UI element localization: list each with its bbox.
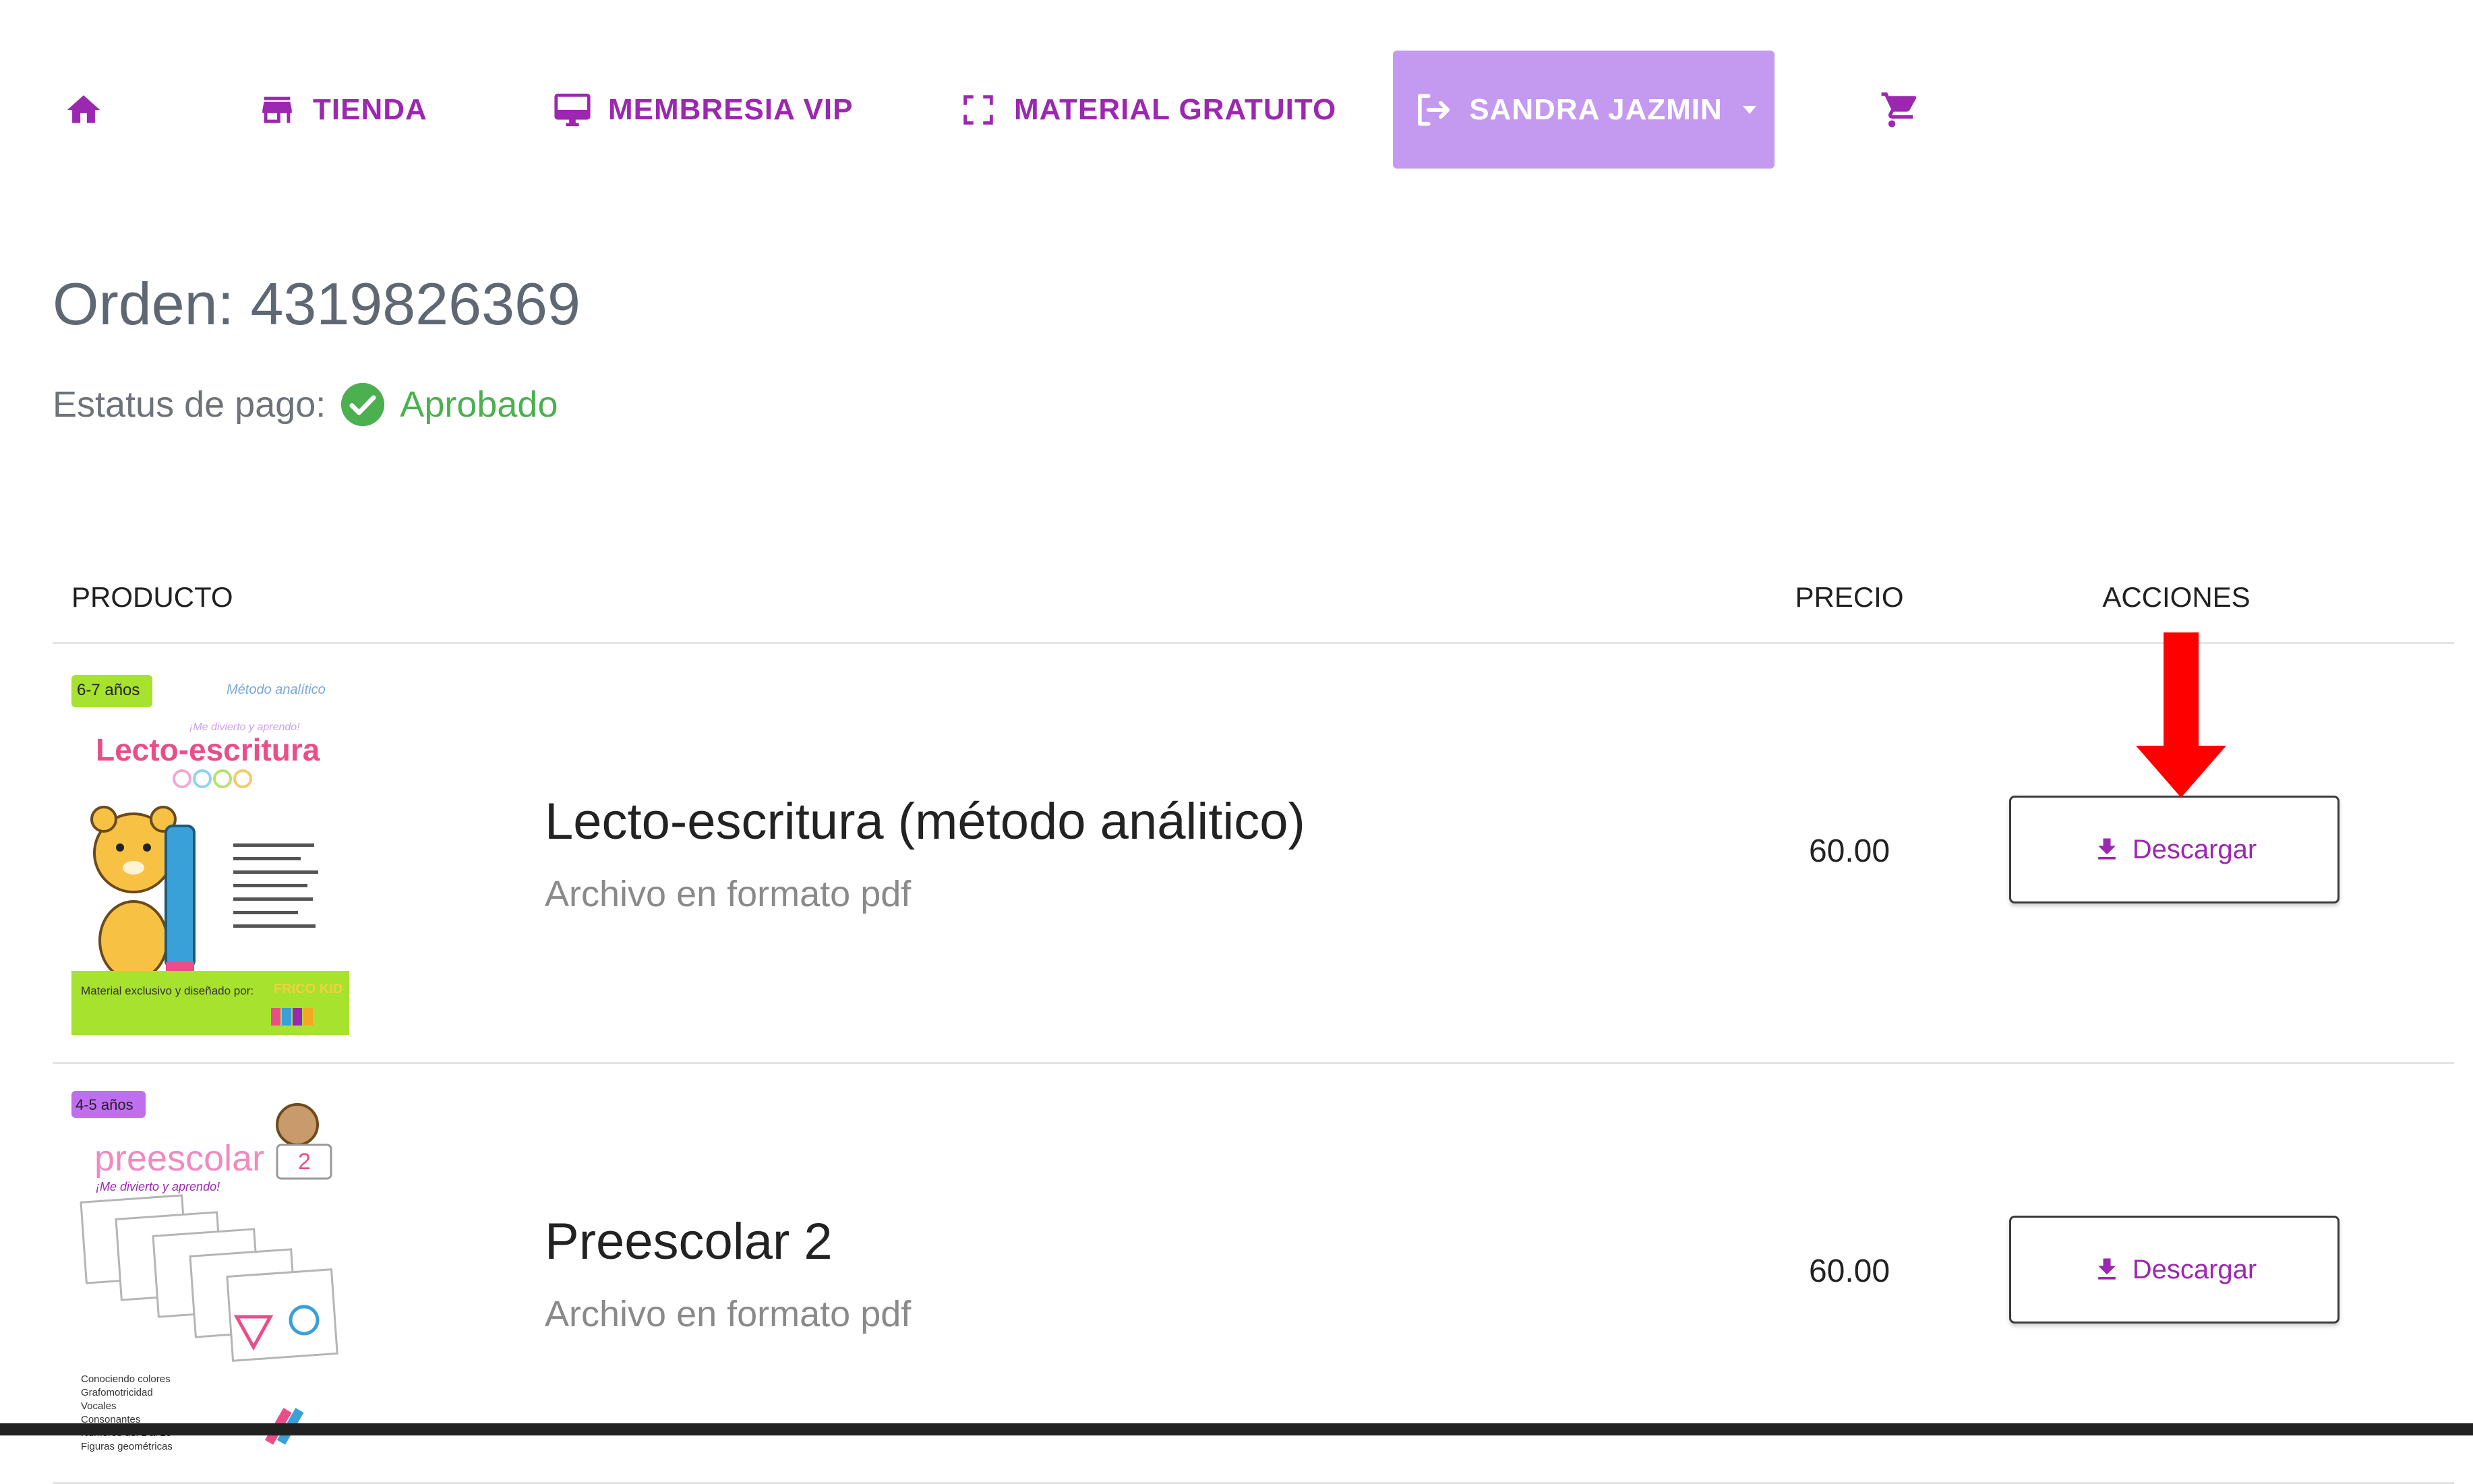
download-button-label: Descargar [2132,1254,2257,1284]
product-price: 60.00 [1808,1253,1890,1289]
payment-status: Estatus de pago: Aprobado [53,378,558,432]
thumb-title: Lecto-escritura [96,732,320,767]
thumb-subtitle: ¡Me divierto y aprendo! [189,721,300,733]
red-arrow-annotation [2136,632,2226,798]
nav-tienda-label: TIENDA [313,92,427,126]
store-icon [262,96,292,123]
nav-cart[interactable] [1880,51,1921,169]
thumb-method-label: Método analítico [227,682,326,697]
nav-material-gratuito[interactable]: MATERIAL GRATUITO [959,51,1336,169]
cart-icon [1881,92,1917,127]
user-menu-button[interactable]: SANDRA JAZMIN [1393,51,1775,169]
product-price: 60.00 [1808,833,1890,869]
order-items-table: PRODUCTO PRECIO ACCIONES 6-7 años Método… [53,566,2454,1484]
product-thumbnail-preescolar-2: 4-5 años preescolar 2 ¡Me divierto y apr… [71,1091,349,1455]
download-button[interactable]: Descargar [2009,796,2340,903]
thumb-topic: Grafomotricidad [81,1387,153,1398]
thumb-topic: Vocales [81,1400,117,1412]
thumb-number: 2 [298,1149,311,1175]
user-menu-label: SANDRA JAZMIN [1469,92,1723,126]
download-icon [2097,838,2116,860]
chevron-down-icon [1742,105,1756,114]
product-name: Lecto-escritura (método análitico) [545,793,1305,850]
table-row: 4-5 años preescolar 2 ¡Me divierto y apr… [53,1064,2454,1484]
bottom-edge-bar [0,1423,2473,1435]
download-button[interactable]: Descargar [2009,1216,2340,1324]
thumb-age-label: 6-7 años [77,681,140,699]
product-description: Archivo en formato pdf [545,874,912,914]
header-precio: PRECIO [1795,581,1904,613]
thumb-topic: Conociendo colores [81,1373,171,1385]
home-icon [67,94,100,123]
header-producto: PRODUCTO [71,581,233,613]
nav-home[interactable] [64,51,105,169]
thumb-subtitle: ¡Me divierto y aprendo! [96,1180,220,1193]
thumb-footer: Material exclusivo y diseñado por: [81,984,254,997]
nav-membresia-vip[interactable]: MEMBRESIA VIP [553,51,853,169]
thumb-brand: FRICO KID [274,982,342,997]
thumb-topic: Figuras geométricas [81,1441,173,1452]
table-row: 6-7 años Método analítico ¡Me divierto y… [53,644,2454,1064]
check-circle-icon [341,382,385,427]
product-name: Preescolar 2 [545,1213,833,1270]
download-button-label: Descargar [2132,834,2257,864]
logout-icon [1418,93,1450,126]
nav-material-label: MATERIAL GRATUITO [1014,92,1337,126]
payment-status-value: Aprobado [400,384,558,425]
monitor-icon [554,93,591,126]
thumb-age-label: 4-5 años [76,1096,133,1113]
nav-tienda[interactable]: TIENDA [258,51,427,169]
order-title: Orden: 4319826369 [53,270,580,337]
header-acciones: ACCIONES [2102,581,2251,613]
download-icon [2097,1258,2116,1280]
nav-membresia-label: MEMBRESIA VIP [608,92,854,126]
thumb-title: preescolar [94,1138,264,1179]
table-header: PRODUCTO PRECIO ACCIONES [53,566,2454,644]
product-thumbnail-lecto-escritura: 6-7 años Método analítico ¡Me divierto y… [71,671,349,1035]
product-description: Archivo en formato pdf [545,1294,912,1334]
top-navbar: TIENDA MEMBRESIA VIP MATERIAL GRATUITO S… [0,0,2473,202]
frame-corners-icon [963,94,993,125]
payment-status-label: Estatus de pago: [53,384,326,425]
